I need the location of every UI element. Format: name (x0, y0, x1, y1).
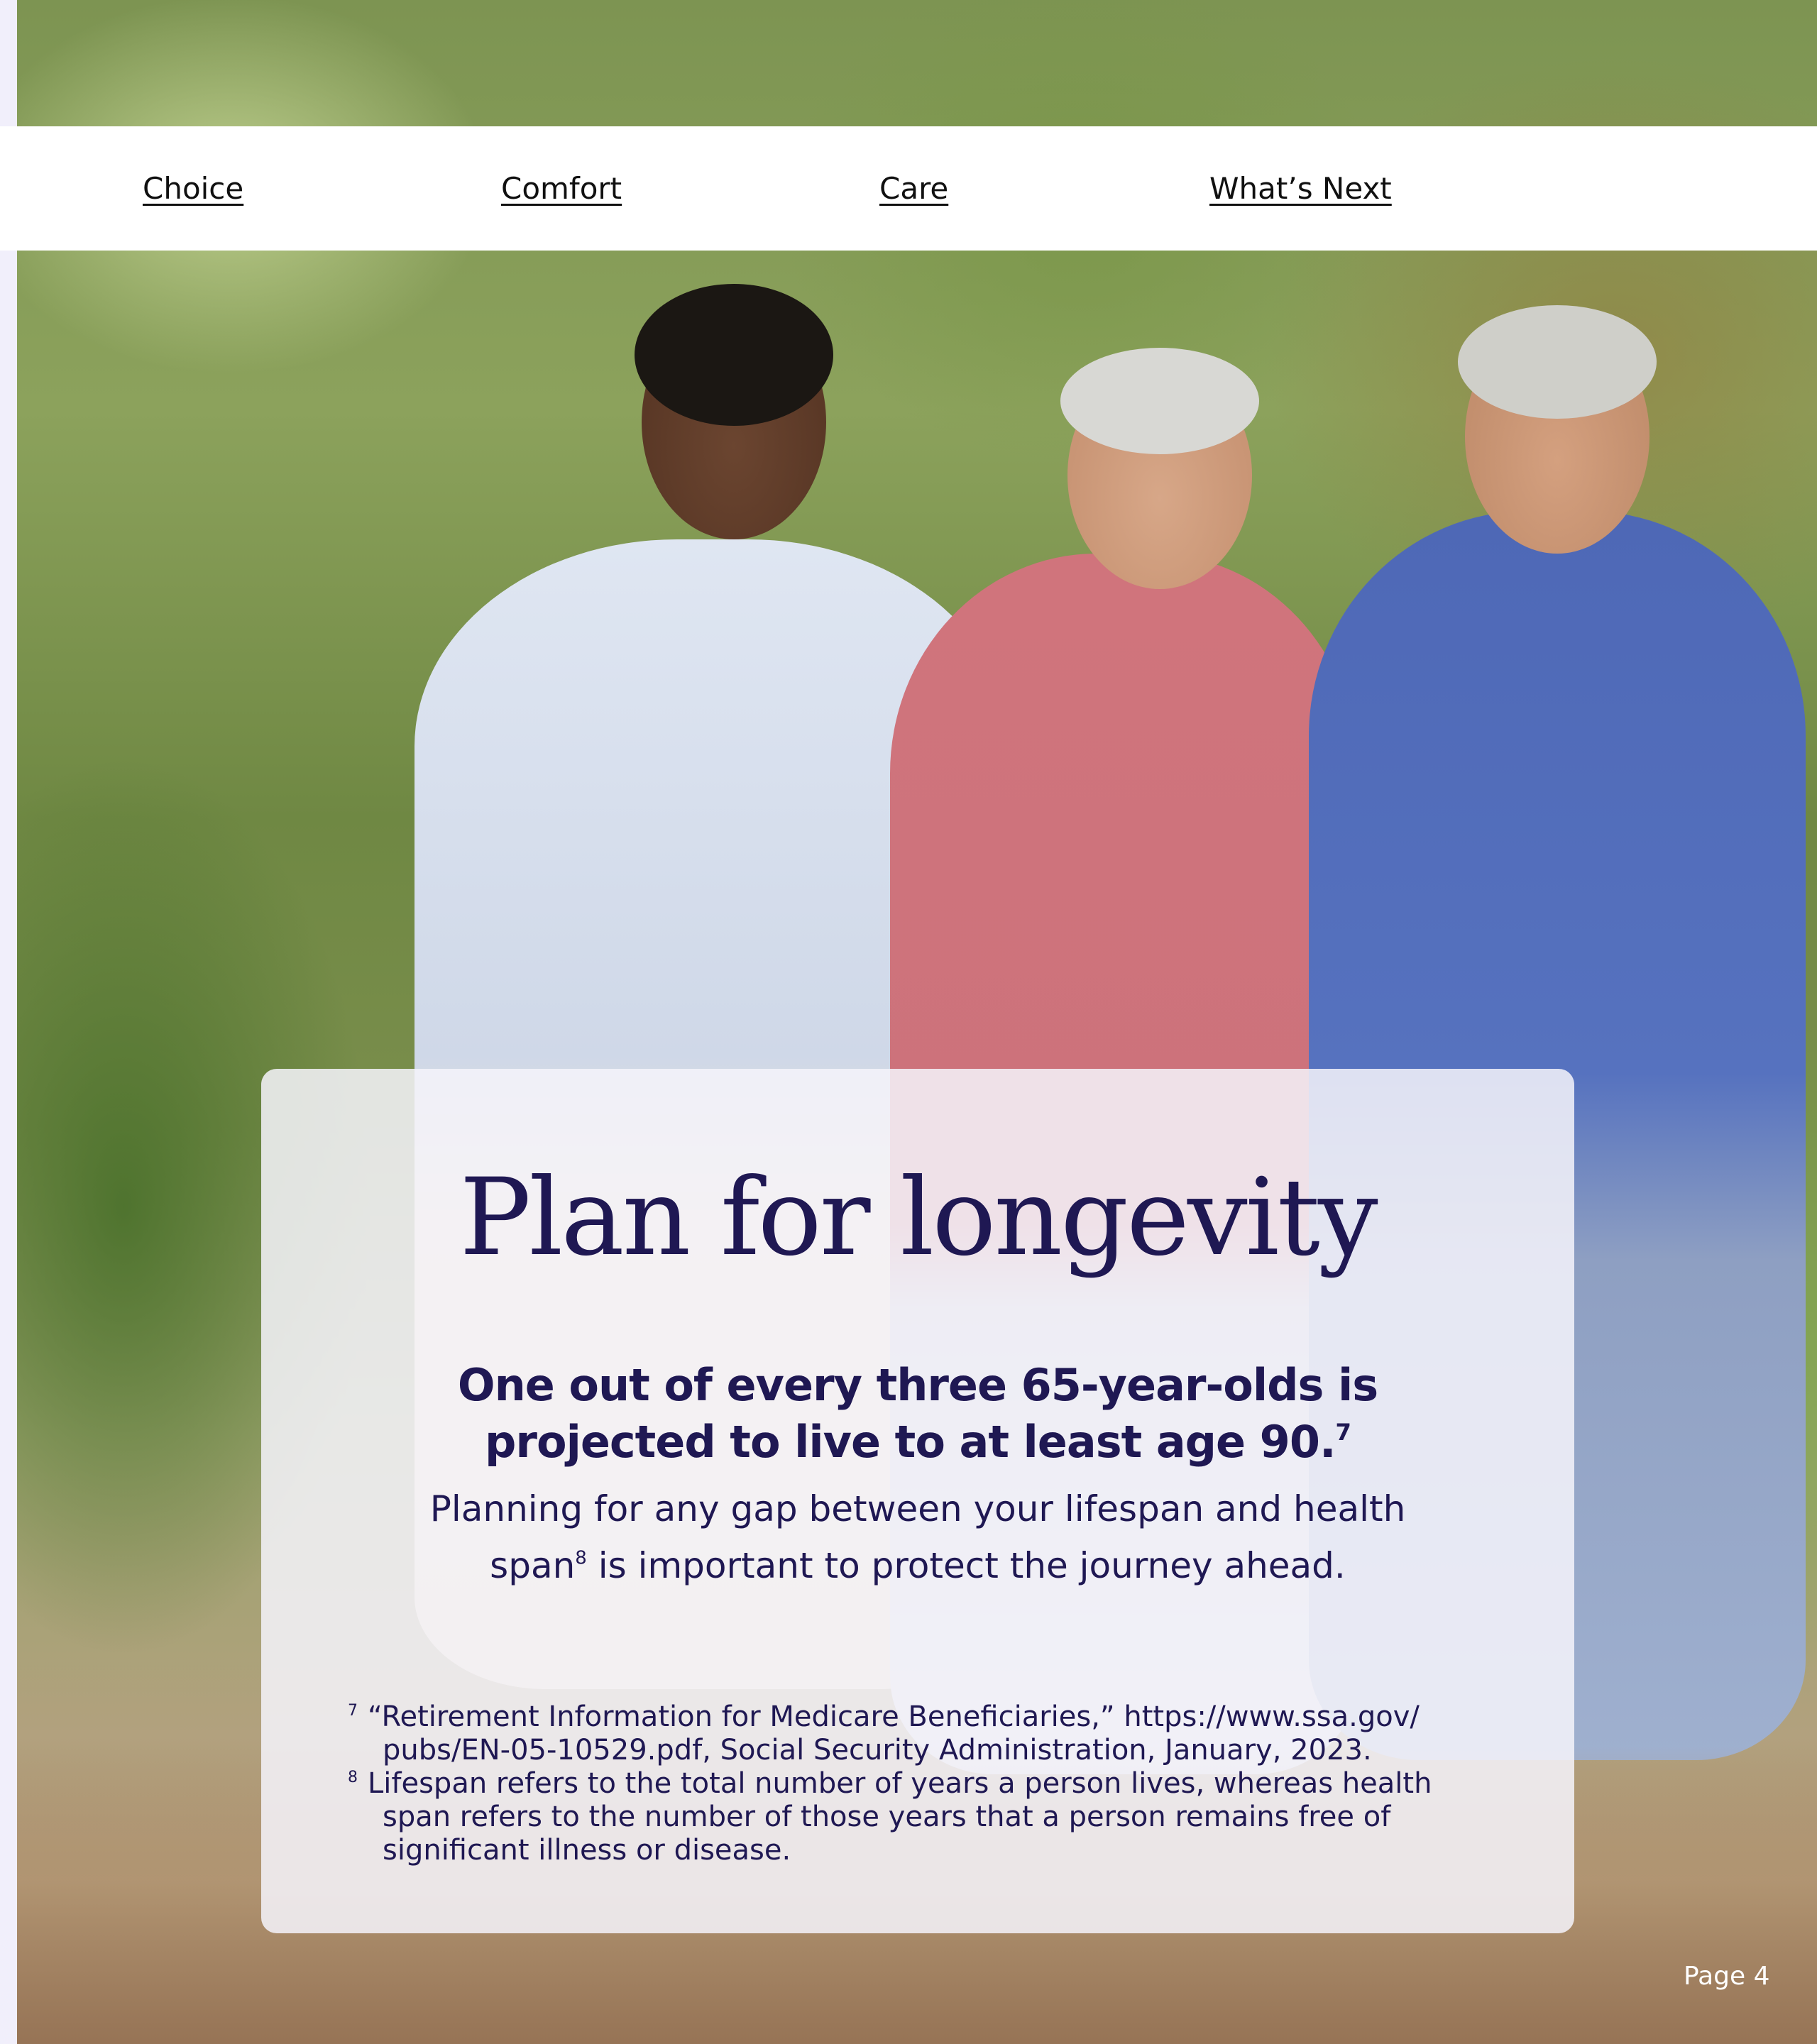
footnote-ref-7: 7 (1335, 1418, 1351, 1446)
page-title: Plan for longevity (459, 1156, 1378, 1280)
woman-center-head (1060, 348, 1259, 589)
nav-link-care[interactable]: Care (879, 170, 948, 207)
woman-right-head (1458, 305, 1657, 554)
footnote-line: pubs/EN-05-10529.pdf, Social Security Ad… (383, 1734, 1372, 1766)
nav-link-whats-next[interactable]: What’s Next (1209, 170, 1392, 207)
planning-paragraph: Planning for any gap between your lifesp… (261, 1480, 1574, 1594)
planning-line-2-end: is important to protect the journey ahea… (586, 1545, 1346, 1586)
planning-line-2: span8 is important to protect the journe… (261, 1537, 1574, 1594)
footnote-line: Lifespan refers to the total number of y… (368, 1767, 1432, 1800)
section-nav: Choice Comfort Care What’s Next (0, 126, 1817, 251)
footnote-line: “Retirement Information for Medicare Ben… (368, 1700, 1420, 1733)
woman-left-head (635, 284, 833, 539)
statistic-line-1: One out of every three 65-year-olds is (457, 1359, 1378, 1411)
footnote-line: span refers to the number of those years… (383, 1801, 1391, 1833)
nav-link-comfort[interactable]: Comfort (501, 170, 622, 207)
statistic-line-2: projected to live to at least age 90.7 (261, 1414, 1574, 1471)
nav-link-choice[interactable]: Choice (143, 170, 243, 207)
footnote-7: 7 “Retirement Information for Medicare B… (348, 1700, 1519, 1767)
footnote-8: 8 Lifespan refers to the total number of… (348, 1767, 1519, 1867)
planning-line-2-start: span (490, 1545, 576, 1586)
footnote-number: 8 (348, 1769, 358, 1786)
footnote-line: significant illness or disease. (383, 1834, 791, 1867)
statistic-line-2-text: projected to live to at least age 90. (485, 1416, 1336, 1468)
longevity-statistic: One out of every three 65-year-olds is p… (261, 1357, 1574, 1471)
planning-line-1: Planning for any gap between your lifesp… (429, 1488, 1406, 1529)
footnote-number: 7 (348, 1702, 358, 1720)
footnotes: 7 “Retirement Information for Medicare B… (348, 1700, 1519, 1867)
page-number: Page 4 (1684, 1962, 1770, 1991)
footnote-ref-8: 8 (575, 1547, 587, 1569)
longevity-card: Plan for longevity One out of every thre… (261, 1069, 1574, 1933)
